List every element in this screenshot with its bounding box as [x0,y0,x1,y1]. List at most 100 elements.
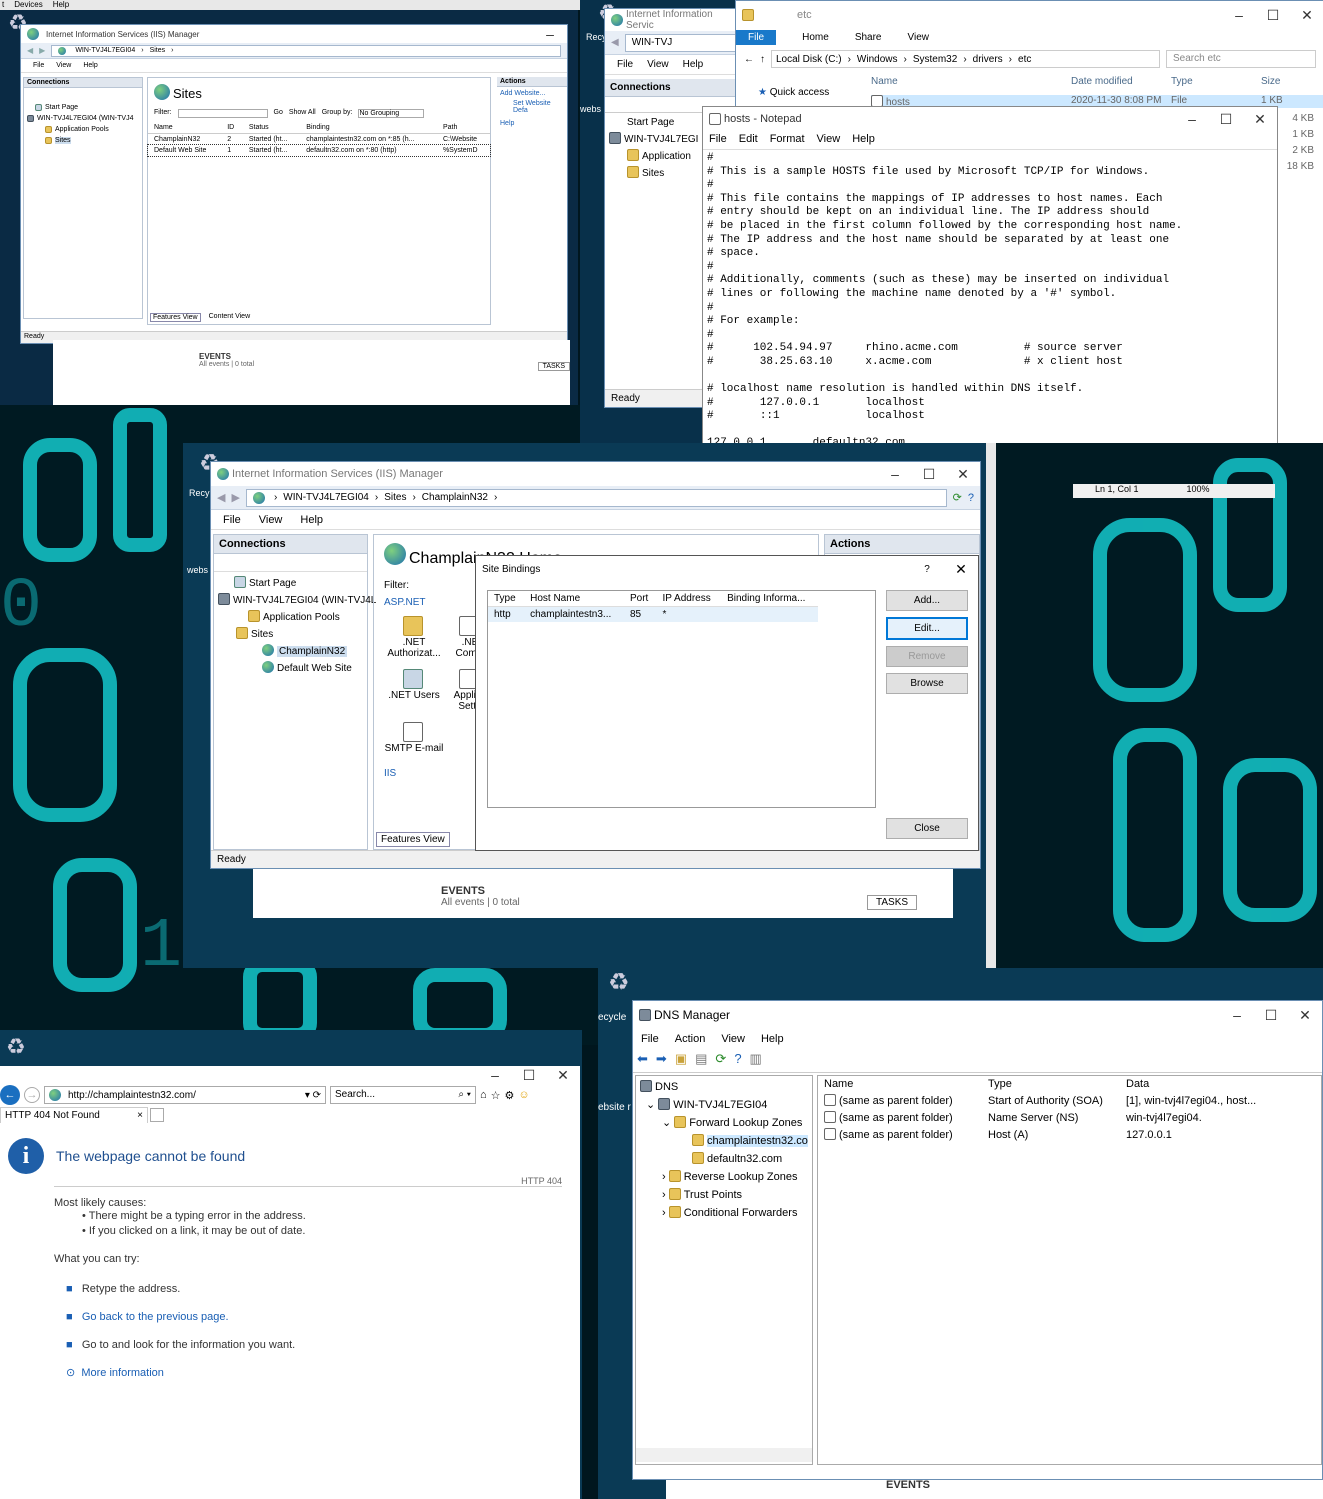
col-binding[interactable]: Binding [300,122,437,134]
feature-net-authorization[interactable]: .NET Authorizat... [384,616,444,659]
tree-app-pools[interactable]: Application Pools [218,608,363,625]
tree-sites[interactable]: Sites [218,625,363,642]
menu-view[interactable]: View [647,59,669,70]
breadcrumb-site[interactable]: ChamplainN32 [422,492,488,503]
show-all-button[interactable]: Show All [289,109,316,118]
tree-site-champlain[interactable]: ChamplainN32 [218,642,363,659]
menu-file[interactable]: File [617,59,633,70]
menu-edit[interactable]: Edit [739,133,758,147]
col-ip-address[interactable]: IP Address [657,591,722,607]
maximize-button[interactable]: ☐ [1256,7,1290,24]
recycle-bin-icon[interactable]: ♻ [6,1034,26,1060]
tree-sites[interactable]: Sites [27,135,139,146]
refresh-icon[interactable]: ⟳ [715,1051,726,1072]
dialog-help-button[interactable]: ? [910,564,944,575]
menu-format[interactable]: Format [770,133,805,147]
tree-server[interactable]: WIN-TVJ4L7EGI04 (WIN-TVJ4L [218,591,376,608]
close-button[interactable]: ✕ [546,1067,580,1084]
home-icon[interactable]: ⌂ [480,1089,487,1101]
recycle-bin-icon[interactable]: ♻ [608,968,630,997]
close-button[interactable]: ✕ [1288,1007,1322,1024]
col-type[interactable]: Type [1171,76,1261,87]
content-view-tab[interactable]: Content View [209,313,251,322]
table-row[interactable]: (same as parent folder) Start of Authorit… [818,1092,1321,1109]
feature-net-users[interactable]: .NET Users [384,669,444,712]
url-bar[interactable]: http://champlaintestn32.com/ ▾ ⟳ [44,1086,326,1104]
table-row[interactable]: (same as parent folder) Host (A) 127.0.0.1 [818,1126,1321,1143]
back-arrow-icon[interactable]: ◀ [217,491,225,504]
group-by-select[interactable]: No Grouping [358,109,425,118]
record-icon[interactable]: ▥ [750,1051,762,1072]
features-view-tab[interactable]: Features View [376,832,450,847]
menu-file[interactable]: File [709,133,727,147]
forward-arrow-icon[interactable]: ▶ [39,46,45,55]
col-path[interactable]: Path [437,122,490,134]
ribbon-view[interactable]: View [908,32,930,43]
maximize-button[interactable]: ☐ [912,466,946,483]
maximize-button[interactable]: ☐ [1209,111,1243,128]
features-view-tab[interactable]: Features View [150,313,201,322]
browse-button[interactable]: Browse [886,673,968,694]
top-menu-item[interactable]: Help [53,0,69,10]
gear-icon[interactable]: ⚙ [505,1089,515,1102]
tree-trust-points[interactable]: › Trust Points [640,1186,808,1204]
top-menu-item[interactable]: t [2,0,4,10]
go-button[interactable]: Go [274,109,283,118]
tab-http-404[interactable]: HTTP 404 Not Found × [0,1107,148,1123]
col-name[interactable]: Name [148,122,221,134]
tree-start-page[interactable]: Start Page [27,102,139,113]
minimize-button[interactable]: – [878,466,912,483]
menu-help[interactable]: Help [300,514,323,526]
close-tab-icon[interactable]: × [137,1110,143,1121]
col-data[interactable]: Data [1120,1076,1321,1092]
close-button[interactable]: ✕ [1243,111,1277,128]
menu-help[interactable]: Help [683,59,704,70]
forward-arrow-icon[interactable]: ➡ [656,1051,667,1072]
close-button[interactable]: ✕ [1290,7,1323,24]
tree-app-pools[interactable]: Application Pools [27,124,139,135]
col-status[interactable]: Status [243,122,300,134]
col-binding-info[interactable]: Binding Informa... [721,591,818,607]
close-button[interactable]: Close [886,818,968,839]
col-date[interactable]: Date modified [1071,76,1171,87]
refresh-icon[interactable]: ▾ ⟳ [305,1090,325,1101]
help-icon[interactable]: ? [734,1051,741,1072]
col-size[interactable]: Size [1261,76,1280,87]
col-name[interactable]: Name [818,1076,982,1092]
folder-up-icon[interactable]: ▣ [675,1051,687,1072]
col-port[interactable]: Port [624,591,657,607]
add-binding-button[interactable]: Add... [886,590,968,611]
scrollbar[interactable] [986,443,996,968]
back-arrow-icon[interactable]: ◀ [611,37,619,48]
favorites-icon[interactable]: ☆ [491,1089,501,1102]
up-arrow-icon[interactable]: ↑ [760,54,765,65]
breadcrumb-sites[interactable]: Sites [384,492,406,503]
breadcrumb-server[interactable]: WIN-TVJ4L7EGI04 [283,492,369,503]
col-type[interactable]: Type [982,1076,1120,1092]
tree-site-default[interactable]: Default Web Site [218,659,363,676]
ribbon-share[interactable]: Share [855,32,882,43]
action-add-website[interactable]: Add Website... [497,87,567,100]
minimize-button[interactable]: – [1175,111,1209,128]
tree-server[interactable]: WIN-TVJ4L7EGI04 (WIN-TVJ4 [27,113,139,124]
ribbon-home[interactable]: Home [802,32,829,43]
quick-access-link[interactable]: ★ Quick access [758,87,829,98]
menu-help[interactable]: Help [852,133,875,147]
menu-view[interactable]: View [259,514,283,526]
col-type[interactable]: Type [488,591,524,607]
new-tab-button[interactable] [150,1108,164,1122]
help-icon[interactable]: ? [968,492,974,504]
back-arrow-icon[interactable]: ⬅ [637,1051,648,1072]
action-set-defaults[interactable]: Set Website Defa [497,100,567,117]
table-row[interactable]: Default Web Site 1 Started (ht... defaultn3… [147,144,491,157]
col-name[interactable]: Name [871,76,1071,87]
search-input[interactable]: Search... ⌕ ▾ [330,1086,476,1104]
minimize-button[interactable]: – [533,26,567,42]
col-id[interactable]: ID [221,122,243,134]
table-row[interactable]: ChamplainN32 2 Started (ht... champlaintest… [148,134,490,146]
search-input[interactable]: Search etc [1166,50,1316,68]
breadcrumb-sites[interactable]: Sites [150,47,166,54]
minimize-button[interactable]: – [478,1067,512,1084]
back-arrow-icon[interactable]: ← [0,1085,20,1105]
tree-dns-root[interactable]: DNS [640,1078,808,1096]
